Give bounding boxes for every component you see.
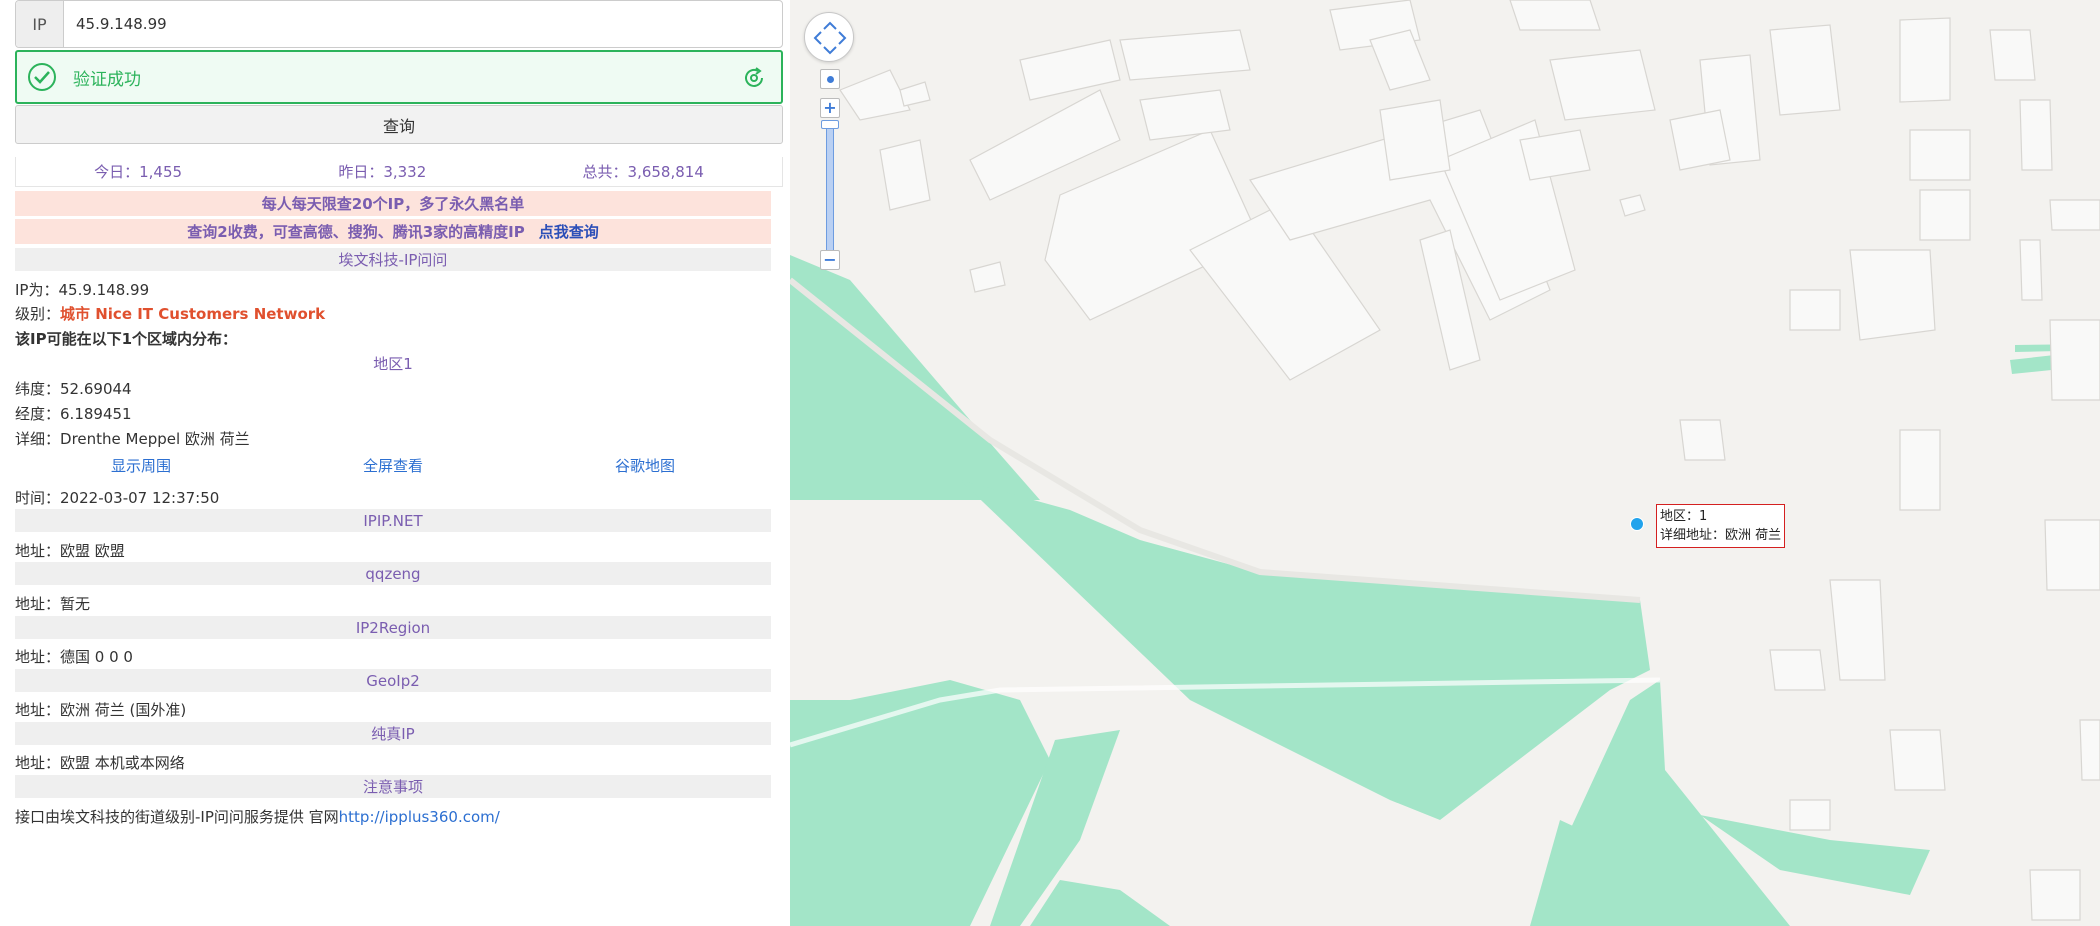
source-value: 欧盟 欧盟 [60, 542, 125, 560]
level-line: 级别：城市 Nice IT Customers Network [15, 303, 325, 324]
longitude-line: 经度：6.189451 [15, 403, 132, 424]
source-line-ipip: 地址：欧盟 欧盟 [15, 540, 125, 561]
captcha-verify-box[interactable]: 验证成功 [15, 50, 783, 104]
map-tiles [790, 0, 2100, 926]
detail-label: 详细： [15, 430, 61, 448]
source-value: 德国 0 0 0 [60, 648, 133, 666]
query-button[interactable]: 查询 [15, 105, 783, 144]
refresh-icon[interactable] [741, 65, 767, 91]
latitude-label: 纬度： [15, 380, 61, 398]
google-map-link[interactable]: 谷歌地图 [615, 455, 675, 476]
show-nearby-link[interactable]: 显示周围 [111, 455, 171, 476]
footer-link[interactable]: http://ipplus360.com/ [339, 808, 500, 826]
source-label: 地址： [15, 648, 61, 666]
paid-banner-text: 查询2收费，可查高德、搜狗、腾讯3家的高精度IP [187, 223, 525, 241]
source-title-chunzhen: 纯真IP [15, 722, 771, 745]
verify-status-text: 验证成功 [73, 69, 141, 90]
pan-control[interactable] [804, 12, 854, 62]
source-title-qqzeng: qqzeng [15, 562, 771, 585]
notice-title: 注意事项 [15, 775, 771, 798]
source-value: 欧洲 荷兰 (国外准) [60, 701, 187, 719]
latitude-line: 纬度：52.69044 [15, 378, 132, 399]
ip-line-value: 45.9.148.99 [58, 281, 150, 299]
query-stats: 今日：1,455 昨日：3,332 总共：3,658,814 [15, 157, 783, 187]
paid-banner: 查询2收费，可查高德、搜狗、腾讯3家的高精度IP 点我查询 [15, 219, 771, 244]
detail-line: 详细：Drenthe Meppel 欧洲 荷兰 [15, 428, 250, 449]
region-title: 地区1 [373, 355, 413, 373]
time-value: 2022-03-07 12:37:50 [60, 489, 220, 507]
map-links: 显示周围 全屏查看 谷歌地图 [15, 455, 771, 476]
locate-button[interactable] [820, 69, 840, 89]
ip-input-label: IP [16, 1, 64, 47]
source-label: 地址： [15, 754, 61, 772]
level-label: 级别： [15, 305, 61, 323]
source-line-qqzeng: 地址：暂无 [15, 593, 90, 614]
locate-dot-icon [826, 75, 834, 83]
time-line: 时间：2022-03-07 12:37:50 [15, 487, 219, 508]
stats-total: 总共：3,658,814 [582, 163, 704, 181]
source-value: 欧盟 本机或本网络 [60, 754, 185, 772]
pan-arrows-icon [813, 21, 847, 55]
limit-banner-text: 每人每天限查20个IP，多了永久黑名单 [261, 195, 525, 213]
marker-info-box: 地区：1 详细地址：欧洲 荷兰 [1656, 504, 1786, 548]
ip-line: IP为：45.9.148.99 [15, 279, 149, 300]
source-label: 地址： [15, 542, 61, 560]
location-marker[interactable] [1630, 517, 1644, 531]
footer-text: 接口由埃文科技的街道级别-IP问问服务提供 官网 [15, 808, 339, 826]
info-detail: 详细地址：欧洲 荷兰 [1660, 528, 1782, 543]
paid-query-link[interactable]: 点我查询 [539, 221, 599, 242]
level-value: 城市 Nice IT Customers Network [60, 305, 326, 323]
source-line-chunzhen: 地址：欧盟 本机或本网络 [15, 752, 185, 773]
source-value: 暂无 [60, 595, 91, 613]
stats-today: 今日：1,455 [94, 163, 183, 181]
source-label: 地址： [15, 701, 61, 719]
source-line-geoip2: 地址：欧洲 荷兰 (国外准) [15, 699, 186, 720]
stats-yesterday: 昨日：3,332 [338, 163, 427, 181]
zoom-slider-handle[interactable] [821, 120, 839, 129]
zoom-slider[interactable] [826, 126, 834, 256]
source-title-ipip: IPIP.NET [15, 509, 771, 532]
ip-query-panel: IP 验证成功 查询 今日：1,455 昨日：3,332 总共：3,658,81… [0, 0, 790, 926]
info-region: 地区：1 [1660, 509, 1708, 524]
provider-title: 埃文科技-IP问问 [15, 248, 771, 271]
source-title-ip2region: IP2Region [15, 616, 771, 639]
minus-icon: − [823, 250, 837, 269]
map-view[interactable]: + − 地区：1 详细地址：欧洲 荷兰 [790, 0, 2100, 926]
longitude-label: 经度： [15, 405, 61, 423]
footer-line: 接口由埃文科技的街道级别-IP问问服务提供 官网http://ipplus360… [15, 806, 500, 827]
fullscreen-link[interactable]: 全屏查看 [363, 455, 423, 476]
limit-banner: 每人每天限查20个IP，多了永久黑名单 [15, 191, 771, 216]
distribution-heading: 该IP可能在以下1个区域内分布： [15, 330, 238, 348]
plus-icon: + [823, 98, 837, 117]
latitude-value: 52.69044 [60, 380, 132, 398]
detail-value: Drenthe Meppel 欧洲 荷兰 [60, 430, 250, 448]
check-circle-icon [28, 63, 56, 91]
zoom-out-button[interactable]: − [820, 250, 840, 270]
ip-input-group: IP [15, 0, 783, 48]
source-label: 地址： [15, 595, 61, 613]
zoom-in-button[interactable]: + [820, 98, 840, 118]
time-label: 时间： [15, 489, 61, 507]
source-title-geoip2: GeoIp2 [15, 669, 771, 692]
source-line-ip2region: 地址：德国 0 0 0 [15, 646, 133, 667]
longitude-value: 6.189451 [60, 405, 132, 423]
ip-input[interactable] [64, 1, 782, 47]
ip-line-label: IP为： [15, 281, 59, 299]
